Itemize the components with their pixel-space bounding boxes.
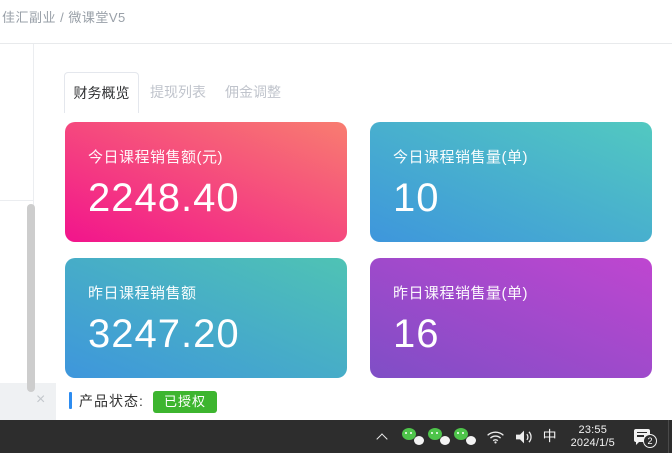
wechat-icon[interactable]: [402, 428, 425, 445]
status-badge: 已授权: [153, 391, 217, 413]
notification-center-icon[interactable]: 2: [634, 429, 654, 445]
wechat-icon[interactable]: [454, 428, 477, 445]
tab-finance-overview[interactable]: 财务概览: [64, 72, 139, 113]
breadcrumb: 佳汇副业 / 微课堂V5: [2, 7, 126, 26]
notification-badge: 2: [643, 434, 657, 448]
stat-card-label: 昨日课程销售额: [88, 282, 347, 303]
tab-withdraw-list[interactable]: 提现列表: [150, 72, 206, 113]
stat-card-today-sales-amount: 今日课程销售额(元) 2248.40: [65, 122, 347, 242]
taskbar: 中 23:55 2024/1/5 2: [0, 420, 672, 453]
tab-commission-adjust[interactable]: 佣金调整: [225, 72, 281, 113]
wifi-icon[interactable]: [486, 429, 505, 444]
taskbar-time: 23:55: [571, 424, 615, 437]
stat-card-value: 2248.40: [88, 176, 347, 221]
taskbar-clock[interactable]: 23:55 2024/1/5: [571, 424, 615, 450]
left-panel-hdivider: [0, 200, 33, 201]
product-status-label: 产品状态:: [79, 391, 144, 411]
wechat-small-bubble-icon: [440, 436, 450, 445]
stat-card-value: 3247.20: [88, 312, 347, 357]
stat-card-yesterday-sales-count: 昨日课程销售量(单) 16: [370, 258, 652, 378]
wechat-small-bubble-icon: [414, 436, 424, 445]
dashboard-screen: 佳汇副业 / 微课堂V5 × 财务概览 提现列表 佣金调整 今日课程销售额(元)…: [0, 0, 672, 453]
stat-card-yesterday-sales-amount: 昨日课程销售额 3247.20: [65, 258, 347, 378]
show-desktop-separator[interactable]: [668, 420, 669, 453]
stat-card-label: 今日课程销售额(元): [88, 146, 347, 167]
status-accent-bar: [69, 392, 72, 409]
scrollbar-thumb[interactable]: [27, 204, 35, 392]
close-icon[interactable]: ×: [36, 391, 45, 409]
volume-icon[interactable]: [514, 429, 534, 445]
chevron-up-icon[interactable]: [376, 433, 387, 444]
wechat-icon[interactable]: [428, 428, 451, 445]
stat-card-label: 今日课程销售量(单): [393, 146, 652, 167]
taskbar-date: 2024/1/5: [571, 437, 615, 450]
wechat-small-bubble-icon: [466, 436, 476, 445]
stat-card-value: 10: [393, 176, 652, 221]
header-divider: [0, 43, 672, 44]
stat-card-value: 16: [393, 312, 652, 357]
notification-bubble-tail: [636, 441, 640, 445]
stat-card-label: 昨日课程销售量(单): [393, 282, 652, 303]
stat-card-today-sales-count: 今日课程销售量(单) 10: [370, 122, 652, 242]
ime-indicator[interactable]: 中: [543, 426, 557, 446]
